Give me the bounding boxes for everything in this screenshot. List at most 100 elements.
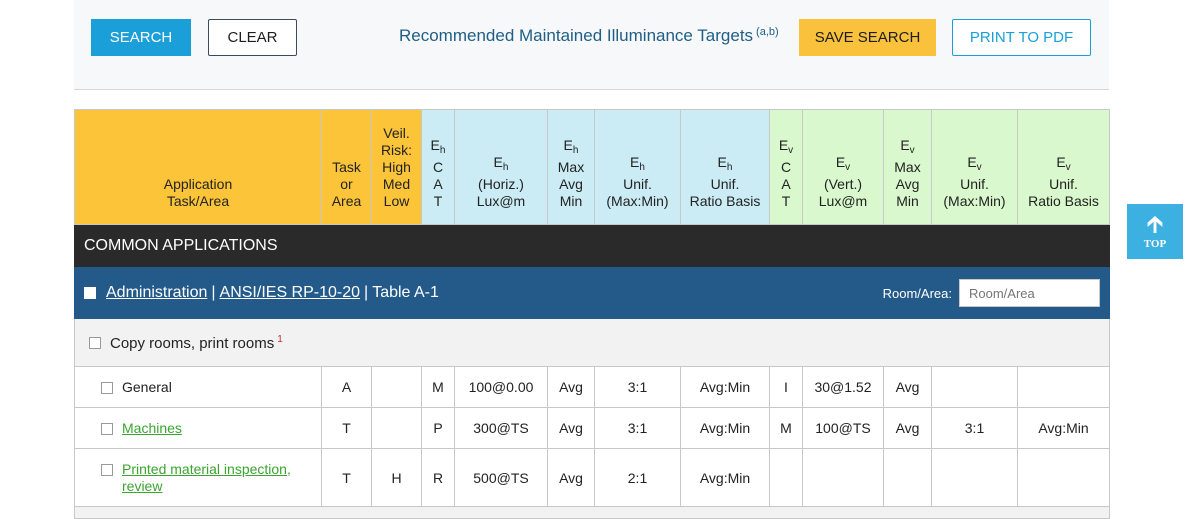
cell-ev-maxavg	[883, 448, 932, 507]
subgroup-cell: Copy rooms, print rooms 1	[74, 318, 1110, 367]
cell-eh-ratio: Avg:Min	[680, 407, 770, 449]
hdr-sym: Ev	[900, 137, 915, 156]
hdr-line: Unif.	[960, 176, 989, 192]
standard-link[interactable]: ANSI/IES RP-10-20	[220, 284, 361, 302]
col-eh-maxavg: Eh Max Avg Min	[547, 109, 595, 225]
administration-link[interactable]: Administration	[106, 284, 207, 302]
group-checkbox[interactable]	[84, 286, 96, 299]
hdr-line: Application	[163, 176, 233, 192]
cell-eh-cat: R	[421, 448, 455, 507]
footnote-marker[interactable]: 1	[277, 334, 283, 345]
illuminance-table-wrap: Application Task/Area Task or Area Veil. Ris…	[74, 109, 1110, 519]
cell-eh-maxavg: Avg	[547, 448, 595, 507]
cell-ev-lux: 100@TS	[802, 407, 884, 449]
hdr-line: Max	[894, 159, 921, 175]
hdr-line: A	[781, 176, 791, 192]
hdr-line: or	[340, 176, 353, 192]
page-title: Recommended Maintained Illuminance Targe…	[399, 26, 779, 46]
hdr-line: Lux@m	[818, 193, 868, 209]
table-reference: Table A-1	[372, 283, 439, 301]
room-area-label: Room/Area:	[882, 285, 952, 301]
hdr-line: Lux@m	[476, 193, 526, 209]
hdr-sym: Ev	[835, 154, 851, 173]
cell-eh-ratio: Avg:Min	[680, 448, 770, 507]
row-name-link[interactable]: Printed material inspection, review	[122, 461, 291, 495]
group-row: Administration | ANSI/IES RP-10-20 | Tab…	[74, 266, 1110, 319]
col-eh-unif: Eh Unif. (Max:Min)	[594, 109, 681, 225]
row-name-link[interactable]: Machines	[122, 420, 182, 436]
hdr-line: (Max:Min)	[606, 193, 669, 209]
back-to-top-button[interactable]: 🡱 TOP	[1127, 204, 1183, 259]
col-ev-maxavg: Ev Max Avg Min	[883, 109, 932, 225]
cell-ev-maxavg: Avg	[883, 366, 932, 408]
group-cell: Administration | ANSI/IES RP-10-20 | Tab…	[74, 266, 1110, 319]
row-checkbox[interactable]	[101, 463, 113, 476]
cell-eh-lux: 100@0.00	[454, 366, 548, 408]
cell-veil	[371, 407, 422, 449]
hdr-line: (Horiz.)	[478, 176, 524, 192]
cell-eh-lux: 500@TS	[454, 448, 548, 507]
hdr-line: C	[780, 159, 792, 175]
next-row-stub	[74, 506, 1110, 519]
cell-ev-cat: M	[769, 407, 803, 449]
cell-eh-cat: M	[421, 366, 455, 408]
hdr-line: (Max:Min)	[943, 193, 1006, 209]
cell-ev-maxavg: Avg	[883, 407, 932, 449]
hdr-line: Veil.	[383, 125, 410, 141]
col-application: Application Task/Area	[74, 109, 322, 225]
cell-ev-unif	[931, 366, 1018, 408]
section-title: COMMON APPLICATIONS	[74, 224, 1110, 267]
hdr-line: Avg	[559, 176, 583, 192]
hdr-line: Min	[896, 193, 919, 209]
top-label: TOP	[1143, 237, 1167, 250]
subgroup-checkbox[interactable]	[89, 336, 101, 349]
table-row: General A M 100@0.00 Avg 3:1 Avg:Min I 3…	[74, 366, 1110, 408]
hdr-line: Unif.	[1049, 176, 1078, 192]
hdr-line: Max	[557, 159, 585, 175]
room-area-input[interactable]	[959, 279, 1100, 307]
hdr-line: Ratio Basis	[1028, 193, 1099, 209]
cell-task: T	[321, 407, 372, 449]
cell-eh-unif: 3:1	[594, 366, 681, 408]
cell-ev-cat: I	[769, 366, 803, 408]
hdr-sym: Eh	[563, 137, 579, 156]
hdr-line: Task/Area	[166, 193, 230, 209]
cell-ev-unif	[931, 448, 1018, 507]
page-title-text: Recommended Maintained Illuminance Targe…	[399, 26, 754, 45]
hdr-line: Min	[559, 193, 583, 209]
row-checkbox[interactable]	[101, 382, 113, 394]
clear-button[interactable]: CLEAR	[208, 19, 297, 56]
hdr-line: C	[432, 159, 444, 175]
cell-ev-unif: 3:1	[931, 407, 1018, 449]
save-search-button[interactable]: SAVE SEARCH	[799, 19, 936, 56]
cell-task: A	[321, 366, 372, 408]
cell-ev-ratio	[1017, 366, 1110, 408]
print-to-pdf-button[interactable]: PRINT TO PDF	[952, 19, 1091, 56]
search-button[interactable]: SEARCH	[91, 19, 191, 56]
cell-eh-ratio: Avg:Min	[680, 366, 770, 408]
hdr-sym: Ev	[778, 137, 794, 156]
hdr-sym: Eh	[493, 154, 509, 173]
cell-ev-lux: 30@1.52	[802, 366, 884, 408]
hdr-line: Unif.	[623, 176, 652, 192]
col-eh-lux: Eh (Horiz.) Lux@m	[454, 109, 548, 225]
row-checkbox[interactable]	[101, 423, 113, 435]
page-title-note: (a,b)	[756, 26, 779, 38]
section-row: COMMON APPLICATIONS	[74, 224, 1110, 267]
row-name: General	[122, 379, 172, 395]
cell-eh-cat: P	[421, 407, 455, 449]
cell-eh-maxavg: Avg	[547, 366, 595, 408]
row-name-cell: Printed material inspection, review	[74, 448, 322, 507]
cell-eh-unif: 3:1	[594, 407, 681, 449]
subgroup-row: Copy rooms, print rooms 1	[74, 318, 1110, 367]
table-row: Machines T P 300@TS Avg 3:1 Avg:Min M 10…	[74, 407, 1110, 449]
row-name-cell: Machines	[74, 407, 322, 449]
group-separator: |	[364, 283, 369, 301]
cell-ev-ratio	[1017, 448, 1110, 507]
row-name-line: Printed material inspection,	[122, 460, 291, 477]
subgroup-label: Copy rooms, print rooms	[110, 334, 275, 352]
cell-task: T	[321, 448, 372, 507]
col-eh-cat: Eh C A T	[421, 109, 455, 225]
row-name-line: review	[122, 477, 163, 494]
hdr-line: Task	[332, 159, 361, 175]
